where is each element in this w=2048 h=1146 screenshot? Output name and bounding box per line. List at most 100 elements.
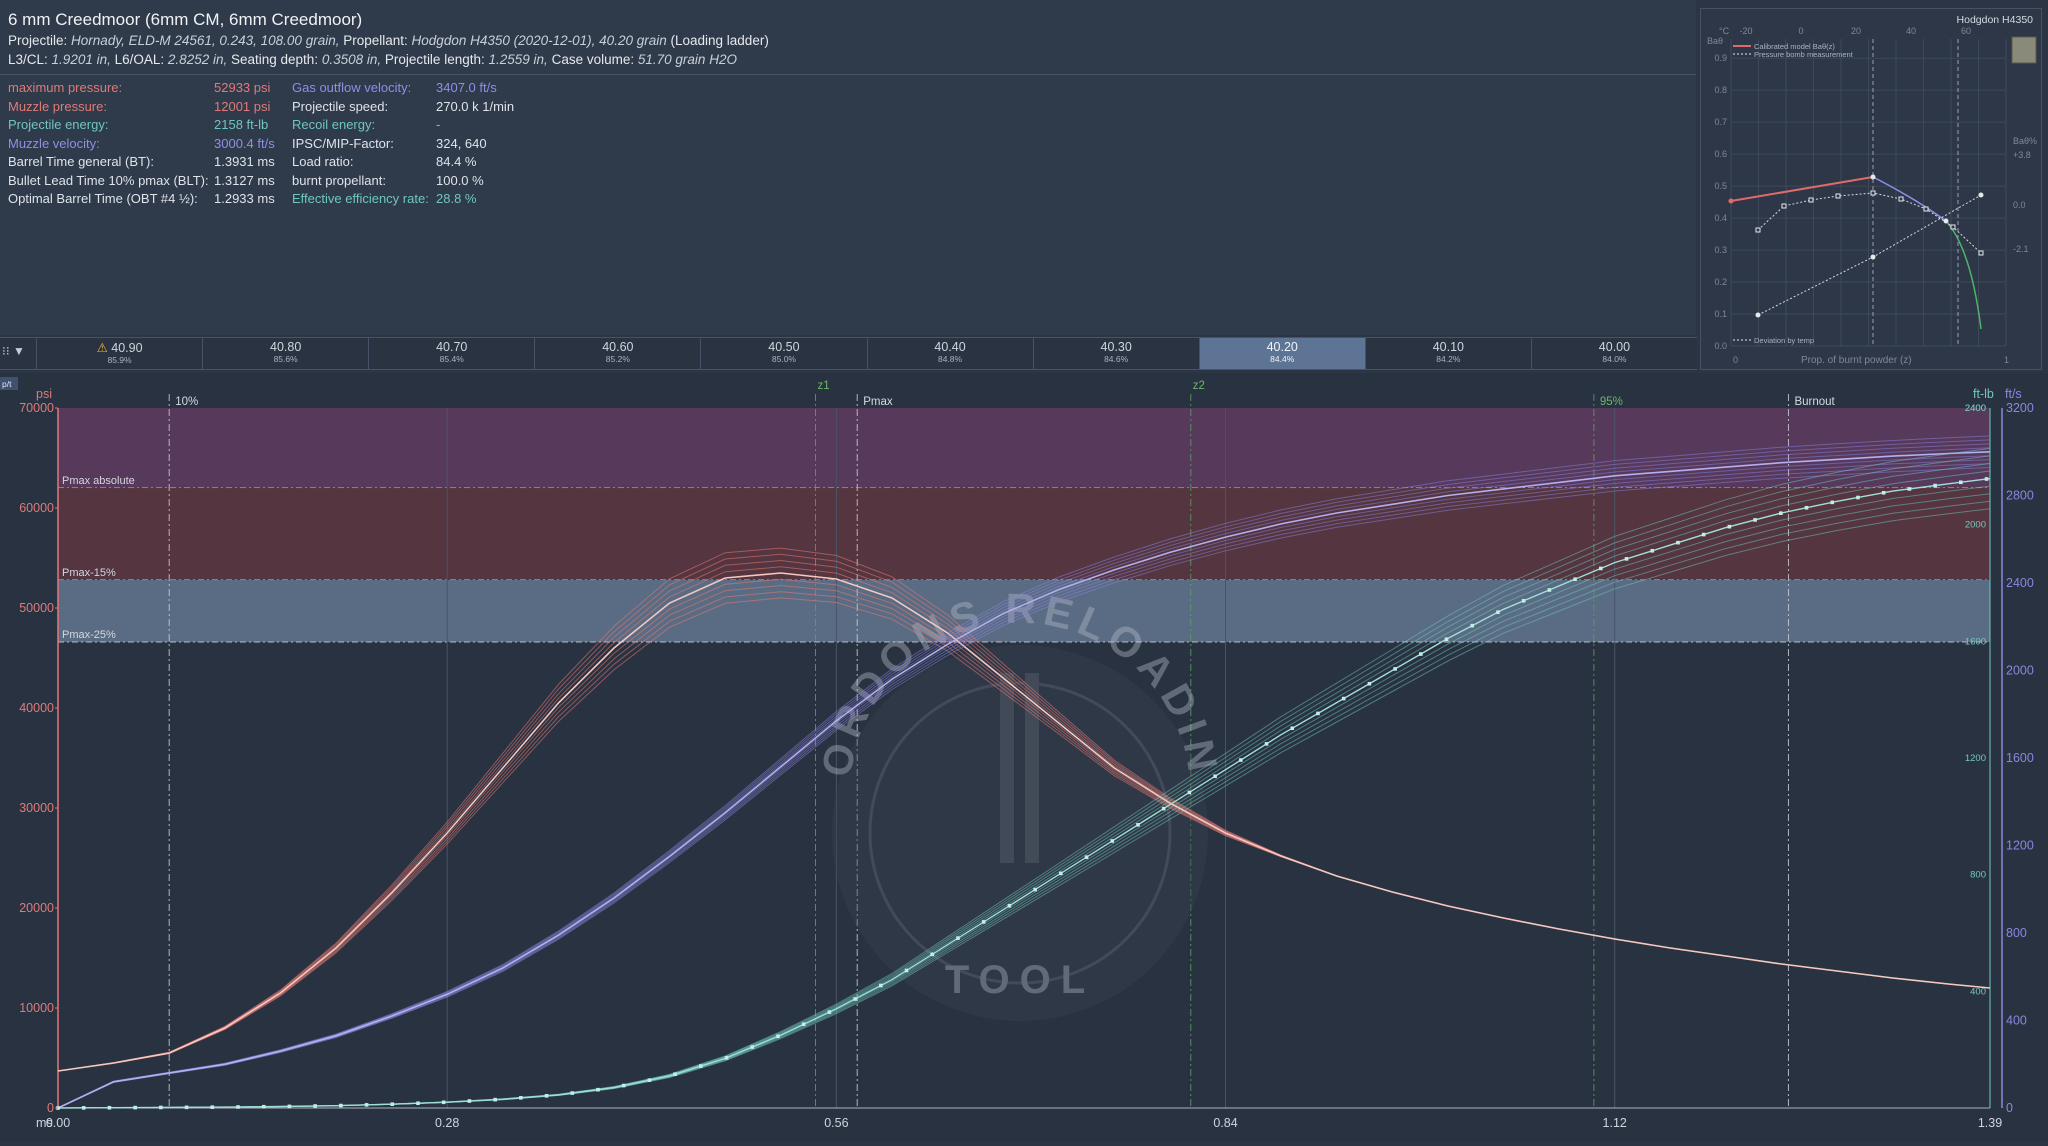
y-right-velocity-tick: 400 — [2006, 1014, 2027, 1028]
energy-point — [1496, 610, 1500, 614]
energy-point — [596, 1087, 600, 1092]
ladder-rung[interactable]: 40.70 85.4% — [368, 338, 534, 369]
stat-muzzle-velocity: Muzzle velocity: 3000.4 ft/s — [8, 135, 275, 151]
energy-point — [1341, 696, 1346, 701]
inset-deviation-line — [1757, 194, 1982, 316]
x-tick: 1.12 — [1603, 1116, 1627, 1130]
rung-charge: 40.80 — [270, 340, 302, 354]
ladder-rung[interactable]: 40.20 84.4% — [1198, 338, 1365, 369]
rung-load-ratio: 84.0% — [1602, 354, 1627, 364]
energy-point — [1187, 790, 1192, 795]
energy-point — [1161, 806, 1166, 811]
energy-point — [1110, 839, 1115, 843]
stats-right: Gas outflow velocity: 3407.0 ft/s Project… — [292, 80, 514, 210]
energy-point — [1881, 490, 1886, 495]
y-left-tick: 10000 — [19, 1001, 54, 1015]
y-right-unit-velocity: ft/s — [2005, 387, 2022, 401]
energy-point — [390, 1102, 395, 1106]
y-left-tick: 30000 — [19, 801, 54, 815]
ladder-rung[interactable]: 40.50 85.0% — [700, 338, 866, 369]
texture-icon — [2011, 36, 2037, 64]
inset-right-tick: +3.8 — [2013, 150, 2031, 160]
energy-point — [801, 1022, 806, 1027]
stat-optimal-barrel-time: Optimal Barrel Time (OBT #4 ½): 1.2933 ms — [8, 191, 275, 206]
y-right-unit-energy: ft-lb — [1973, 387, 1994, 401]
energy-point — [1264, 742, 1269, 746]
pressure-band-label: Pmax-15% — [62, 567, 116, 579]
marker-label: Pmax — [863, 396, 893, 408]
energy-point — [981, 920, 986, 924]
energy-point — [416, 1101, 420, 1106]
energy-point — [1059, 871, 1063, 876]
y-left-tick: 0 — [47, 1101, 54, 1115]
rung-load-ratio: 85.4% — [439, 354, 464, 364]
rung-load-ratio: 85.0% — [771, 354, 796, 364]
ladder-rung[interactable]: ⚠ 40.90 85.9% — [36, 338, 202, 369]
ladder-rung[interactable]: 40.30 84.6% — [1032, 338, 1199, 369]
rung-charge: 40.70 — [436, 340, 468, 354]
inset-y-tick: 0.8 — [1714, 85, 1727, 95]
energy-point — [1419, 652, 1423, 656]
y-right-energy-tick: 1200 — [1965, 753, 1986, 764]
inset-model-curve — [1730, 176, 1874, 202]
rung-load-ratio: 84.2% — [1436, 354, 1461, 364]
energy-point — [570, 1091, 575, 1095]
burn-model-chart: Hodgdon H4350 0.0 0.1 0.2 0.3 0.4 0.5 0.6 0.7 0.8… — [1700, 8, 2042, 370]
energy-point — [184, 1105, 189, 1110]
pressure-band — [58, 408, 1990, 488]
energy-point — [1470, 623, 1475, 628]
marker-label: Burnout — [1794, 396, 1835, 408]
ladder-rung[interactable]: 40.60 85.2% — [534, 338, 700, 369]
energy-point — [544, 1094, 549, 1098]
y-right-velocity-tick: 800 — [2006, 926, 2027, 940]
watermark-rifle — [1000, 673, 1014, 863]
y-right-energy-tick: 800 — [1970, 870, 1986, 881]
inset-model-curve-blue — [1872, 176, 1947, 222]
y-right-velocity-tick: 2000 — [2006, 664, 2034, 678]
energy-point — [1316, 711, 1320, 716]
inset-temp-tick: -20 — [1739, 26, 1752, 36]
header-divider — [0, 74, 1696, 75]
energy-point — [956, 936, 960, 940]
stat-gas-outflow: Gas outflow velocity: 3407.0 ft/s — [292, 80, 497, 95]
inset-measure-point — [1950, 224, 1956, 230]
stat-projectile-energy: Projectile energy: 2158 ft-lb — [8, 117, 269, 132]
energy-point — [81, 1106, 86, 1110]
ladder-rung[interactable]: 40.00 84.0% — [1530, 338, 1697, 369]
y-right-energy-tick: 1600 — [1965, 636, 1986, 647]
energy-point — [1444, 637, 1449, 642]
energy-point — [776, 1034, 780, 1039]
energy-point — [1136, 822, 1140, 827]
pressure-time-svg: Pmax absolute Pmax-15% Pmax-25% 10% z1 Pmax z2… — [0, 335, 2048, 1141]
inset-measure-point — [1755, 227, 1761, 233]
inset-measure-point — [1835, 193, 1841, 199]
stat-muzzle-pressure: Muzzle pressure: 12001 psi — [8, 98, 271, 114]
load-info-panel: 6 mm Creedmoor (6mm CM, 6mm Creedmoor) P… — [0, 0, 1696, 335]
energy-point — [1727, 524, 1732, 529]
stat-recoil-energy: Recoil energy: - — [292, 117, 441, 132]
energy-point — [621, 1083, 626, 1088]
ladder-menu-button[interactable]: ⁝⁝ ▼ — [2, 344, 25, 358]
ladder-rung[interactable]: 40.40 84.8% — [866, 338, 1033, 369]
y-left-unit: psi — [36, 387, 52, 401]
inset-measure-point — [1781, 203, 1787, 209]
x-tick: 0.56 — [824, 1116, 848, 1130]
inset-measure-point — [1870, 190, 1876, 196]
x-unit-label: ms — [36, 1116, 53, 1130]
energy-point — [1984, 477, 1989, 481]
inset-x-tick: 0 — [1733, 355, 1738, 365]
energy-point — [236, 1105, 240, 1109]
energy-point — [441, 1100, 446, 1105]
energy-point — [1753, 518, 1757, 522]
watermark-text-bottom: TOOL — [945, 958, 1095, 1002]
projectile-line: Projectile: Hornady, ELD-M 24561, 0.243,… — [8, 33, 769, 48]
inset-x-tick: 1 — [2004, 355, 2009, 365]
ladder-rung[interactable]: 40.80 85.6% — [202, 338, 368, 369]
energy-point — [879, 983, 883, 988]
inset-y-label: Baθ — [1707, 36, 1723, 46]
rung-charge: 40.30 — [1100, 340, 1132, 354]
rung-load-ratio: 84.4% — [1270, 354, 1295, 364]
energy-point — [699, 1064, 703, 1068]
ladder-rung[interactable]: 40.10 84.2% — [1364, 338, 1531, 369]
y-right-energy-tick: 2000 — [1965, 520, 1986, 531]
